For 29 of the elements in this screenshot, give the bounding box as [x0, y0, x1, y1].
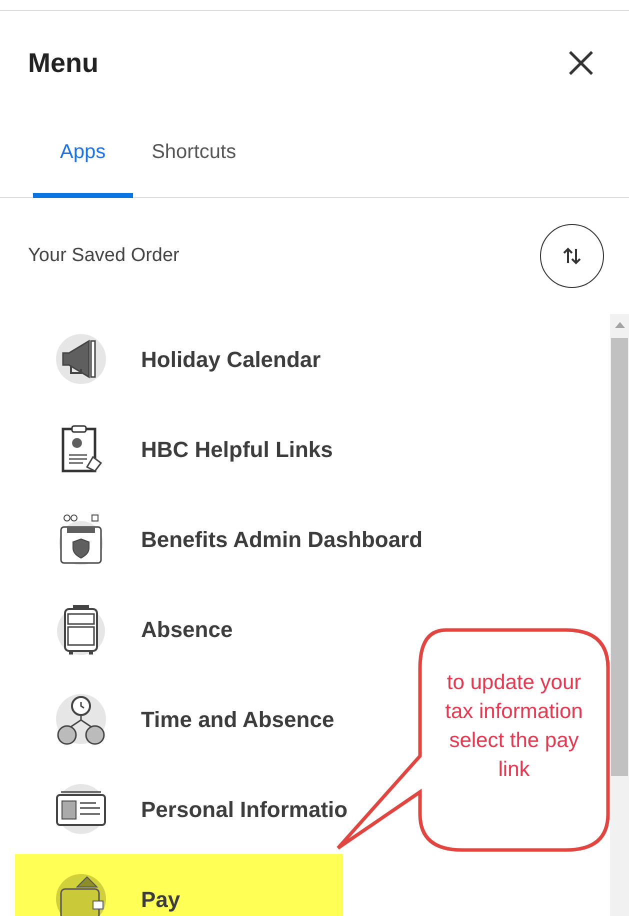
- app-item[interactable]: Holiday Calendar: [55, 314, 321, 404]
- reorder-button[interactable]: [540, 224, 604, 288]
- swap-arrows-icon: [561, 245, 583, 267]
- luggage-icon: [55, 603, 107, 655]
- id-card-icon: [55, 783, 107, 835]
- app-item[interactable]: HBC Helpful Links: [55, 404, 333, 494]
- app-label: Benefits Admin Dashboard: [141, 526, 423, 554]
- scrollbar-thumb[interactable]: [611, 338, 628, 776]
- callout-text: to update your tax information select the pay link: [444, 670, 584, 783]
- app-label: Pay: [141, 886, 180, 914]
- menu-title: Menu: [28, 46, 98, 80]
- scroll-up-icon[interactable]: [614, 320, 624, 328]
- tab[interactable]: Shortcuts: [132, 114, 256, 197]
- app-label: Personal Informatio: [141, 796, 348, 824]
- section-label: Your Saved Order: [28, 244, 180, 268]
- megaphone-icon: [55, 333, 107, 385]
- app-item[interactable]: Benefits Admin Dashboard: [55, 494, 423, 584]
- tab[interactable]: Apps: [33, 115, 133, 198]
- app-label: Holiday Calendar: [141, 346, 321, 374]
- clock-people-icon: [55, 693, 107, 745]
- app-label: Absence: [141, 616, 233, 644]
- app-item[interactable]: Time and Absence: [55, 674, 334, 764]
- wallet-icon: [55, 873, 107, 916]
- app-item[interactable]: Absence: [55, 584, 233, 674]
- app-label: Time and Absence: [141, 706, 334, 734]
- app-label: HBC Helpful Links: [141, 436, 333, 464]
- app-item[interactable]: Personal Informatio: [55, 764, 348, 854]
- scrollbar[interactable]: [610, 314, 629, 916]
- app-item[interactable]: Pay: [15, 854, 343, 916]
